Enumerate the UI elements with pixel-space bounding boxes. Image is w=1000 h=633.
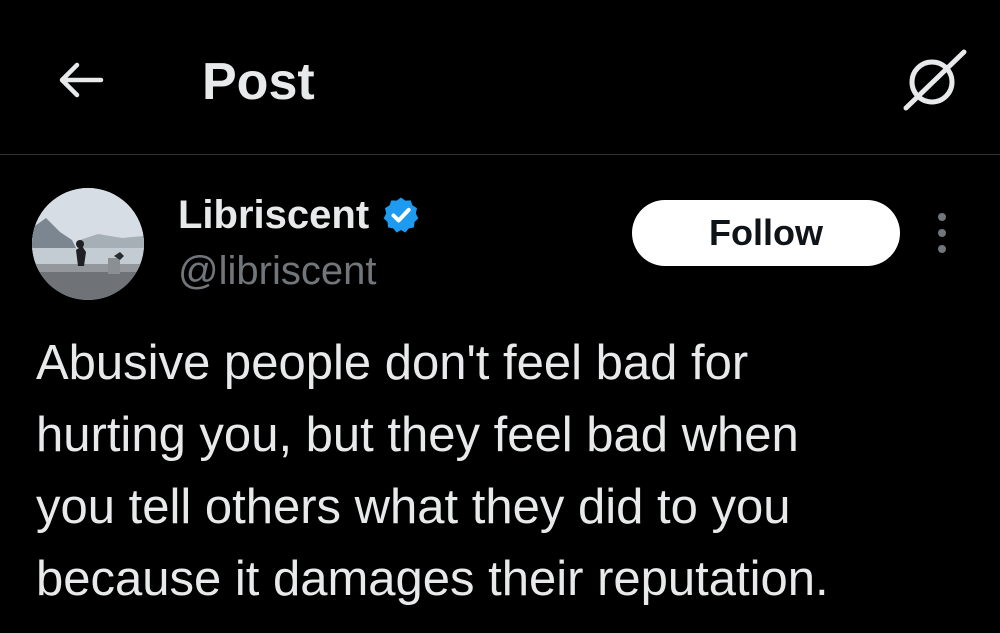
verified-badge-icon [383,197,419,233]
back-button[interactable] [50,52,110,108]
display-name-text: Libriscent [178,193,370,237]
grok-button[interactable] [893,44,971,114]
post-text: Abusive people don't feel bad for hurtin… [36,327,986,615]
avatar[interactable] [32,188,144,300]
grok-icon [903,49,967,111]
arrow-left-icon [59,62,104,98]
display-name[interactable]: Libriscent [178,190,421,240]
follow-button[interactable]: Follow [632,200,900,266]
more-vertical-icon [938,213,946,253]
author-row: Libriscent @libriscent Follow [0,180,1000,300]
top-bar: Post [0,0,1000,155]
user-handle[interactable]: @libriscent [178,246,376,296]
page-title: Post [202,53,315,111]
post-text-line: hurting you, but they feel bad when [36,408,799,462]
post-text-line: because it damages their reputation. [36,552,829,606]
avatar-image [32,188,144,300]
more-options-button[interactable] [924,208,960,258]
post-text-line: Abusive people don't feel bad for [36,336,749,390]
post-text-line: you tell others what they did to you [36,480,791,534]
